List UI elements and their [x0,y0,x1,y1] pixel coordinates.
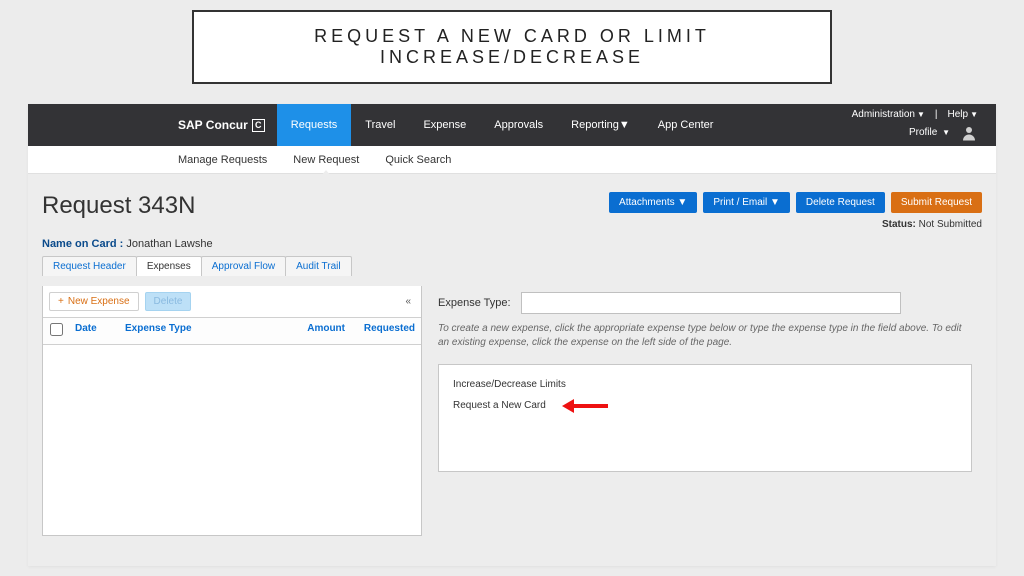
name-on-card-value: Jonathan Lawshe [126,238,212,250]
tab-audit-trail[interactable]: Audit Trail [285,256,351,276]
user-avatar-icon[interactable] [960,124,978,142]
menu-help-label: Help [948,109,969,120]
tab-expenses[interactable]: Expenses [136,256,202,276]
brand-name: SAP Concur [178,118,248,132]
plus-icon: + [58,296,64,307]
tab-approval-flow[interactable]: Approval Flow [201,256,286,276]
attachments-button[interactable]: Attachments ▼ [609,192,697,213]
nav-travel[interactable]: Travel [351,104,409,146]
expenses-grid-panel: + New Expense Delete « Date Expense Type … [42,286,422,536]
new-expense-button[interactable]: + New Expense [49,292,139,311]
caret-down-icon: ▼ [770,197,780,208]
nav-approvals[interactable]: Approvals [480,104,557,146]
col-amount[interactable]: Amount [291,318,351,344]
menu-administration-label: Administration [852,109,915,120]
subnav-new-request[interactable]: New Request [293,154,359,166]
brand-icon: C [252,119,265,132]
page-title: Request 343N [42,192,195,220]
new-expense-label: New Expense [68,296,130,307]
col-checkbox [43,318,69,344]
status-label: Status: [882,219,916,230]
status-line: Status: Not Submitted [882,219,982,230]
expense-entry-panel: Expense Type: To create a new expense, c… [422,286,982,482]
print-email-button[interactable]: Print / Email ▼ [703,192,790,213]
col-expense-type[interactable]: Expense Type [119,318,291,344]
menu-administration[interactable]: Administration▼ [852,109,925,120]
subnav-manage-requests[interactable]: Manage Requests [178,154,267,166]
menu-profile[interactable]: Profile ▼ [909,127,950,138]
nav-spacer [727,104,851,146]
status-value: Not Submitted [919,219,982,230]
delete-expense-button: Delete [145,292,192,311]
right-menus: Administration▼ | Help▼ Profile ▼ [852,104,996,146]
caret-down-icon: ▼ [677,197,687,208]
content-area: + New Expense Delete « Date Expense Type … [28,286,996,566]
name-on-card: Name on Card : Jonathan Lawshe [42,238,982,250]
expense-type-label: Expense Type: [438,297,511,309]
grid-body-empty [43,345,421,535]
slide-title: REQUEST A NEW CARD OR LIMIT INCREASE/DEC… [192,10,832,84]
options-heading[interactable]: Increase/Decrease Limits [453,379,957,390]
divider: | [935,109,938,120]
expense-type-input[interactable] [521,292,901,314]
instruction-text: To create a new expense, click the appro… [438,322,972,350]
app-container: SAP Concur C Requests Travel Expense App… [28,104,996,566]
nav-requests[interactable]: Requests [277,104,351,146]
print-email-label: Print / Email [713,197,767,208]
nav-expense[interactable]: Expense [409,104,480,146]
nav-app-center[interactable]: App Center [644,104,728,146]
menu-profile-label: Profile [909,127,937,138]
submit-request-button[interactable]: Submit Request [891,192,982,213]
col-requested[interactable]: Requested [351,318,421,344]
attachments-label: Attachments [619,197,675,208]
tab-request-header[interactable]: Request Header [42,256,137,276]
callout-arrow-icon [562,401,608,411]
brand-logo: SAP Concur C [28,104,277,146]
select-all-checkbox[interactable] [50,323,63,336]
collapse-panel-icon[interactable]: « [405,296,415,307]
caret-down-icon: ▼ [917,110,925,119]
caret-down-icon: ▼ [942,128,950,137]
nav-reporting[interactable]: Reporting▼ [557,104,644,146]
delete-request-button[interactable]: Delete Request [796,192,885,213]
name-on-card-label: Name on Card : [42,238,123,250]
detail-tabs: Request Header Expenses Approval Flow Au… [42,256,982,276]
subnav-quick-search[interactable]: Quick Search [385,154,451,166]
top-bar: SAP Concur C Requests Travel Expense App… [28,104,996,146]
col-date[interactable]: Date [69,318,119,344]
option-request-new-card[interactable]: Request a New Card [453,400,546,411]
expense-type-options: Increase/Decrease Limits Request a New C… [438,364,972,472]
grid-toolbar: + New Expense Delete « [43,286,421,317]
sub-nav: Manage Requests New Request Quick Search [28,146,996,174]
grid-header: Date Expense Type Amount Requested [43,317,421,345]
caret-down-icon: ▼ [970,110,978,119]
caret-down-icon: ▼ [619,119,630,131]
nav-reporting-label: Reporting [571,119,619,131]
main-nav: Requests Travel Expense Approvals Report… [277,104,728,146]
page-header: Request 343N Attachments ▼ Print / Email… [28,174,996,286]
action-buttons: Attachments ▼ Print / Email ▼ Delete Req… [609,192,982,213]
menu-help[interactable]: Help▼ [948,109,979,120]
